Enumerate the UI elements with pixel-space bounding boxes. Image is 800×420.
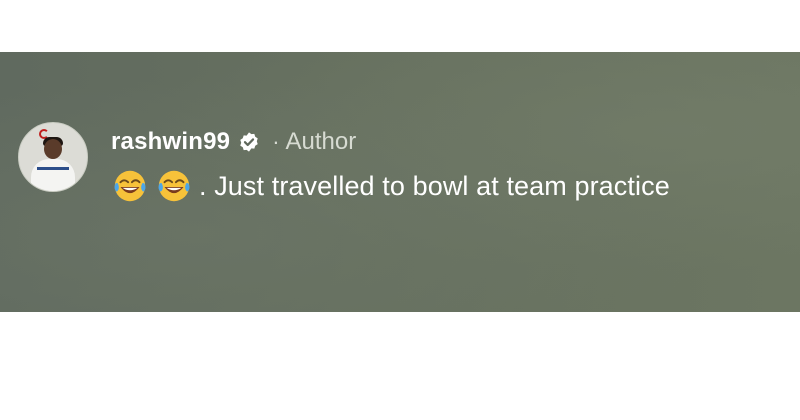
tears-of-joy-emoji-icon xyxy=(114,170,146,202)
comment-message: . Just travelled to bowl at team practic… xyxy=(111,166,670,206)
comment-banner: rashwin99 · Author . Just travelled to b… xyxy=(0,52,800,312)
tears-of-joy-emoji-icon xyxy=(158,170,190,202)
comment-text: . Just travelled to bowl at team practic… xyxy=(199,170,670,201)
comment: rashwin99 · Author . Just travelled to b… xyxy=(18,122,670,206)
comment-header: rashwin99 · Author xyxy=(111,126,670,158)
verified-badge-icon xyxy=(240,132,258,152)
separator-dot: · xyxy=(272,129,280,154)
author-label: Author xyxy=(285,128,357,155)
comment-body: rashwin99 · Author . Just travelled to b… xyxy=(111,122,670,206)
username[interactable]: rashwin99 xyxy=(111,128,230,156)
user-avatar[interactable] xyxy=(18,122,88,192)
